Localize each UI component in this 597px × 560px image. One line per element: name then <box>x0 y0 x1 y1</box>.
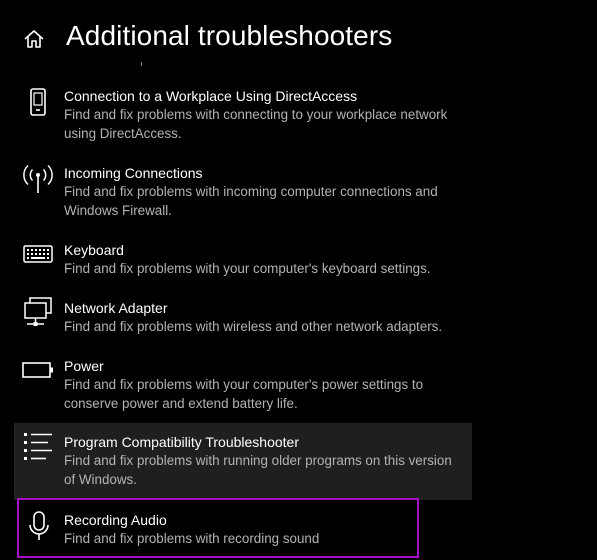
troubleshooters-page: Additional troubleshooters Connection to… <box>0 0 597 560</box>
item-title: Keyboard <box>64 242 124 258</box>
home-button[interactable] <box>20 26 48 52</box>
list-icon <box>22 431 54 463</box>
microphone-icon <box>23 510 55 542</box>
item-description: Find and fix problems with recording sou… <box>64 531 320 546</box>
item-description: Find and fix problems with running older… <box>64 453 452 487</box>
keyboard-icon <box>22 238 54 270</box>
item-title: Connection to a Workplace Using DirectAc… <box>64 88 358 104</box>
network-adapter-icon <box>22 296 54 328</box>
item-title: Power <box>64 358 104 374</box>
home-icon <box>23 29 45 49</box>
antenna-icon <box>22 163 54 195</box>
page-header: Additional troubleshooters <box>0 0 597 70</box>
battery-icon <box>22 354 54 386</box>
troubleshooter-item-keyboard[interactable]: Keyboard Find and fix problems with your… <box>14 238 472 284</box>
item-description: Find and fix problems with your computer… <box>64 377 424 411</box>
item-title: Incoming Connections <box>64 165 203 181</box>
phone-device-icon <box>22 86 54 118</box>
item-description: Find and fix problems with incoming comp… <box>64 184 438 218</box>
troubleshooter-item-incoming-connections[interactable]: Incoming Connections Find and fix proble… <box>14 161 472 225</box>
troubleshooter-item-power[interactable]: Power Find and fix problems with your co… <box>14 354 472 418</box>
divider-mark <box>141 62 142 66</box>
page-title: Additional troubleshooters <box>66 20 393 51</box>
item-title: Recording Audio <box>64 512 167 528</box>
item-description: Find and fix problems with connecting to… <box>64 107 448 141</box>
troubleshooter-item-directaccess[interactable]: Connection to a Workplace Using DirectAc… <box>14 84 472 148</box>
item-title: Program Compatibility Troubleshooter <box>64 434 299 450</box>
item-title: Network Adapter <box>64 300 168 316</box>
item-description: Find and fix problems with your computer… <box>64 261 431 276</box>
troubleshooter-item-network-adapter[interactable]: Network Adapter Find and fix problems wi… <box>14 296 472 342</box>
troubleshooter-item-program-compatibility[interactable]: Program Compatibility Troubleshooter Fin… <box>14 423 472 500</box>
item-description: Find and fix problems with wireless and … <box>64 319 443 334</box>
troubleshooter-item-recording-audio[interactable]: Recording Audio Find and fix problems wi… <box>17 498 419 558</box>
